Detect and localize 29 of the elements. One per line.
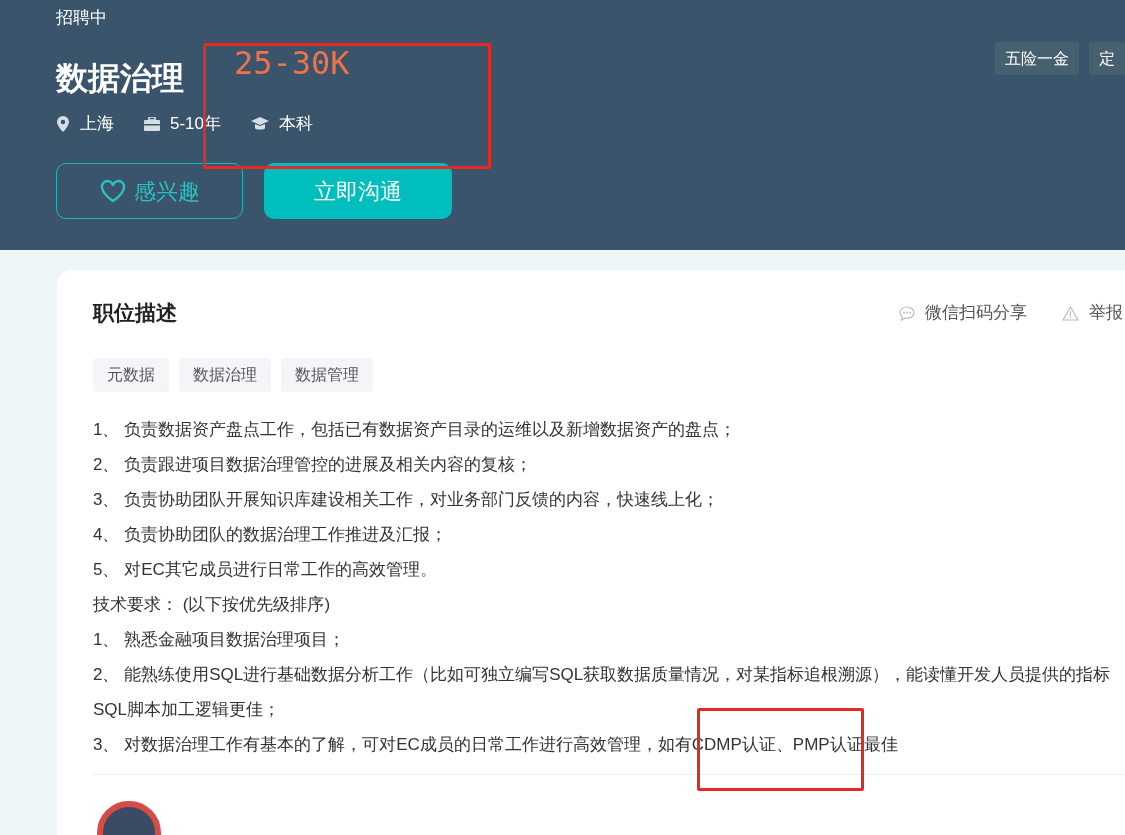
salary: 25-30K: [234, 46, 350, 80]
benefit-tag: 五险一金: [995, 42, 1079, 75]
job-meta: 5-10年: [170, 113, 222, 136]
description-line: 技术要求： (以下按优先级排序): [93, 594, 332, 616]
chat-bubble-icon: [899, 305, 915, 321]
job-meta: 本科: [279, 113, 314, 136]
interest-button[interactable]: 感兴趣: [56, 163, 243, 219]
warning-icon: [1062, 305, 1079, 321]
description-line: 4、 负责协助团队的数据治理工作推进及汇报；: [93, 524, 449, 546]
action-link[interactable]: 举报: [1089, 300, 1123, 326]
briefcase-icon: [144, 117, 160, 131]
skill-tag: 数据管理: [281, 358, 373, 392]
graduation-cap-icon: [251, 117, 270, 131]
action-link[interactable]: 微信扫码分享: [925, 300, 1027, 326]
skill-tag: 元数据: [93, 358, 169, 392]
benefit-tag: 定: [1089, 42, 1125, 75]
location-pin-icon: [56, 116, 70, 132]
description-line: 1、 负责数据资产盘点工作，包括已有数据资产目录的运维以及新增数据资产的盘点；: [93, 419, 738, 441]
job-title: 数据治理: [56, 59, 184, 98]
job-status: 招聘中: [56, 7, 107, 29]
skill-tag: 数据治理: [179, 358, 271, 392]
section-title: 职位描述: [93, 300, 177, 327]
heart-icon: [99, 179, 126, 203]
description-line: 1、 熟悉金融项目数据治理项目；: [93, 629, 347, 651]
description-line: 5、 对EC其它成员进行日常工作的高效管理。: [93, 559, 438, 581]
job-meta: 上海: [80, 113, 114, 136]
description-line: 3、 负责协助团队开展知识库建设相关工作，对业务部门反馈的内容，快速线上化；: [93, 489, 721, 511]
description-line: 2、 负责跟进项目数据治理管控的进展及相关内容的复核；: [93, 454, 534, 476]
description-line: 2、 能熟练使用SQL进行基础数据分析工作（比如可独立编写SQL获取数据质量情况，对某指标追根溯源），能读懂开发人员提供的指标SQL脚本加工逻辑更佳；: [93, 664, 1112, 721]
